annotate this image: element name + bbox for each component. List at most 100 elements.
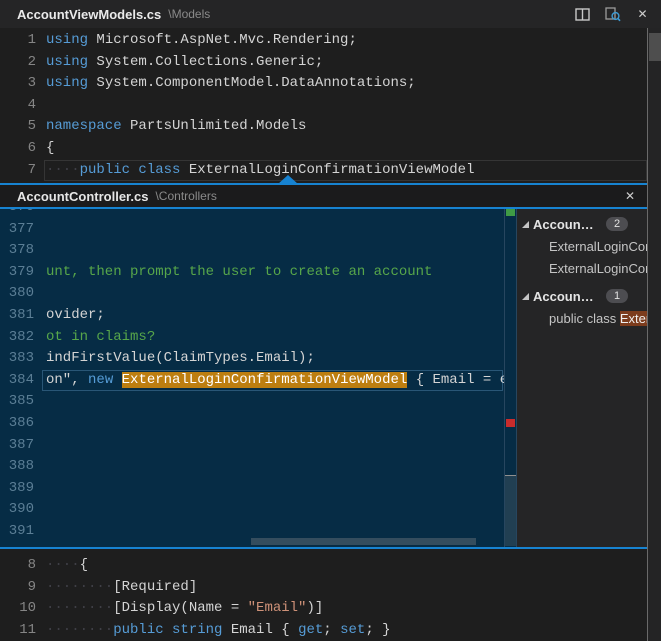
- peek-horizontal-scrollbar[interactable]: [251, 538, 476, 545]
- code-line-386[interactable]: 386: [0, 413, 504, 435]
- code-line-390[interactable]: 390: [0, 499, 504, 521]
- line-content: on", new ExternalLoginConfirmationViewMo…: [34, 370, 504, 392]
- code-line-387[interactable]: 387: [0, 435, 504, 457]
- reference-item[interactable]: public class ExternalLoginConfirmationVi…: [517, 307, 647, 329]
- code-line-3[interactable]: 3using System.ComponentModel.DataAnnotat…: [0, 73, 661, 95]
- line-number[interactable]: 378: [0, 240, 34, 262]
- code-token: {: [46, 140, 54, 156]
- line-number[interactable]: 11: [0, 620, 36, 641]
- line-number[interactable]: 380: [0, 283, 34, 305]
- code-line-384[interactable]: 384on", new ExternalLoginConfirmationVie…: [0, 370, 504, 392]
- line-number[interactable]: 388: [0, 456, 34, 478]
- peek-body: 376377378379unt, then prompt the user to…: [0, 209, 647, 547]
- line-content: ovider;: [34, 305, 504, 327]
- code-token: Microsoft.AspNet.Mvc.Rendering;: [88, 32, 357, 48]
- editor-top-pane[interactable]: 1using Microsoft.AspNet.Mvc.Rendering;2u…: [0, 28, 661, 183]
- line-number[interactable]: 389: [0, 478, 34, 500]
- line-content: using Microsoft.AspNet.Mvc.Rendering;: [36, 30, 661, 52]
- line-number[interactable]: 382: [0, 327, 34, 349]
- peek-references-widget: AccountController.cs \Controllers ✕ 3763…: [0, 183, 647, 549]
- reference-file-row[interactable]: AccountViewModels.cs1: [517, 285, 647, 307]
- code-line-5[interactable]: 5namespace PartsUnlimited.Models: [0, 116, 661, 138]
- code-line-385[interactable]: 385: [0, 391, 504, 413]
- line-content: [34, 435, 504, 457]
- code-line-377[interactable]: 377: [0, 219, 504, 241]
- code-line-389[interactable]: 389: [0, 478, 504, 500]
- line-number[interactable]: 385: [0, 391, 34, 413]
- code-token: {: [80, 557, 88, 573]
- line-content: ····public class ExternalLoginConfirmati…: [36, 160, 661, 182]
- code-token: on",: [46, 372, 88, 388]
- code-token: ········: [46, 622, 113, 638]
- line-number[interactable]: 391: [0, 521, 34, 543]
- editor-title-bar: AccountViewModels.cs \Models ✕: [0, 0, 661, 28]
- code-line-10[interactable]: 10········[Display(Name = "Email")]: [0, 598, 661, 620]
- active-file-name: AccountViewModels.cs: [17, 7, 161, 22]
- code-line-11[interactable]: 11········public string Email { get; set…: [0, 620, 661, 641]
- code-line-376[interactable]: 376: [0, 209, 504, 219]
- line-content: [34, 499, 504, 521]
- code-line-388[interactable]: 388: [0, 456, 504, 478]
- editor-vertical-scrollbar[interactable]: [647, 28, 661, 641]
- code-line-8[interactable]: 8····{: [0, 555, 661, 577]
- code-line-379[interactable]: 379unt, then prompt the user to create a…: [0, 262, 504, 284]
- peek-overview-ruler[interactable]: [504, 209, 517, 547]
- split-editor-icon[interactable]: [574, 6, 591, 23]
- code-token: ; }: [365, 622, 390, 638]
- twistie-expanded-icon[interactable]: [522, 293, 529, 300]
- line-number[interactable]: 392: [0, 543, 34, 548]
- code-token: ExternalLoginConfirmationViewModel: [180, 162, 474, 178]
- line-number[interactable]: 7: [0, 160, 36, 182]
- code-line-2[interactable]: 2using System.Collections.Generic;: [0, 52, 661, 74]
- code-line-6[interactable]: 6{: [0, 138, 661, 160]
- line-number[interactable]: 9: [0, 577, 36, 599]
- line-number[interactable]: 3: [0, 73, 36, 95]
- line-number[interactable]: 384: [0, 370, 34, 392]
- line-number[interactable]: 387: [0, 435, 34, 457]
- line-number[interactable]: 10: [0, 598, 36, 620]
- open-preview-icon[interactable]: [604, 6, 621, 23]
- line-number[interactable]: 390: [0, 499, 34, 521]
- reference-item[interactable]: ExternalLoginConfirmationViewModel: [517, 235, 647, 257]
- line-number[interactable]: 383: [0, 348, 34, 370]
- line-number[interactable]: 4: [0, 95, 36, 117]
- close-icon[interactable]: ✕: [634, 6, 651, 23]
- code-line-378[interactable]: 378: [0, 240, 504, 262]
- code-line-380[interactable]: 380: [0, 283, 504, 305]
- peek-vertical-scrollbar[interactable]: [505, 475, 516, 546]
- line-number[interactable]: 8: [0, 555, 36, 577]
- peek-editor-pane[interactable]: 376377378379unt, then prompt the user to…: [0, 209, 504, 547]
- line-number[interactable]: 1: [0, 30, 36, 52]
- line-number[interactable]: 377: [0, 219, 34, 241]
- code-line-383[interactable]: 383indFirstValue(ClaimTypes.Email);: [0, 348, 504, 370]
- code-token: ot in claims?: [46, 329, 155, 345]
- code-line-382[interactable]: 382 ot in claims?: [0, 327, 504, 349]
- twistie-expanded-icon[interactable]: [522, 221, 529, 228]
- line-number[interactable]: 376: [0, 209, 34, 219]
- code-line-4[interactable]: 4: [0, 95, 661, 117]
- code-line-9[interactable]: 9········[Required]: [0, 577, 661, 599]
- code-editor-window: AccountViewModels.cs \Models ✕ 1using Mi…: [0, 0, 661, 641]
- reference-count-badge: 2: [606, 217, 628, 231]
- line-content: ········[Display(Name = "Email")]: [36, 598, 661, 620]
- line-number[interactable]: 386: [0, 413, 34, 435]
- peek-close-icon[interactable]: ✕: [621, 185, 639, 207]
- line-number[interactable]: 379: [0, 262, 34, 284]
- line-number[interactable]: 6: [0, 138, 36, 160]
- reference-item[interactable]: ExternalLoginConfirmationViewModel: [517, 257, 647, 279]
- reference-file-row[interactable]: AccountController.cs2: [517, 213, 647, 235]
- line-content: ········[Required]: [36, 577, 661, 599]
- code-token: using: [46, 75, 88, 91]
- code-token: "Email": [248, 600, 307, 616]
- line-content: using System.Collections.Generic;: [36, 52, 661, 74]
- code-line-1[interactable]: 1using Microsoft.AspNet.Mvc.Rendering;: [0, 30, 661, 52]
- code-token: [Required]: [113, 579, 197, 595]
- line-number[interactable]: 2: [0, 52, 36, 74]
- code-line-381[interactable]: 381ovider;: [0, 305, 504, 327]
- editor-bottom-pane[interactable]: 8····{9········[Required]10········[Disp…: [0, 549, 661, 641]
- editor-scrollbar-slider[interactable]: [649, 33, 661, 61]
- code-line-7[interactable]: 7····public class ExternalLoginConfirmat…: [0, 160, 661, 182]
- line-number[interactable]: 381: [0, 305, 34, 327]
- peek-references-list: AccountController.cs2ExternalLoginConfir…: [517, 209, 647, 547]
- line-number[interactable]: 5: [0, 116, 36, 138]
